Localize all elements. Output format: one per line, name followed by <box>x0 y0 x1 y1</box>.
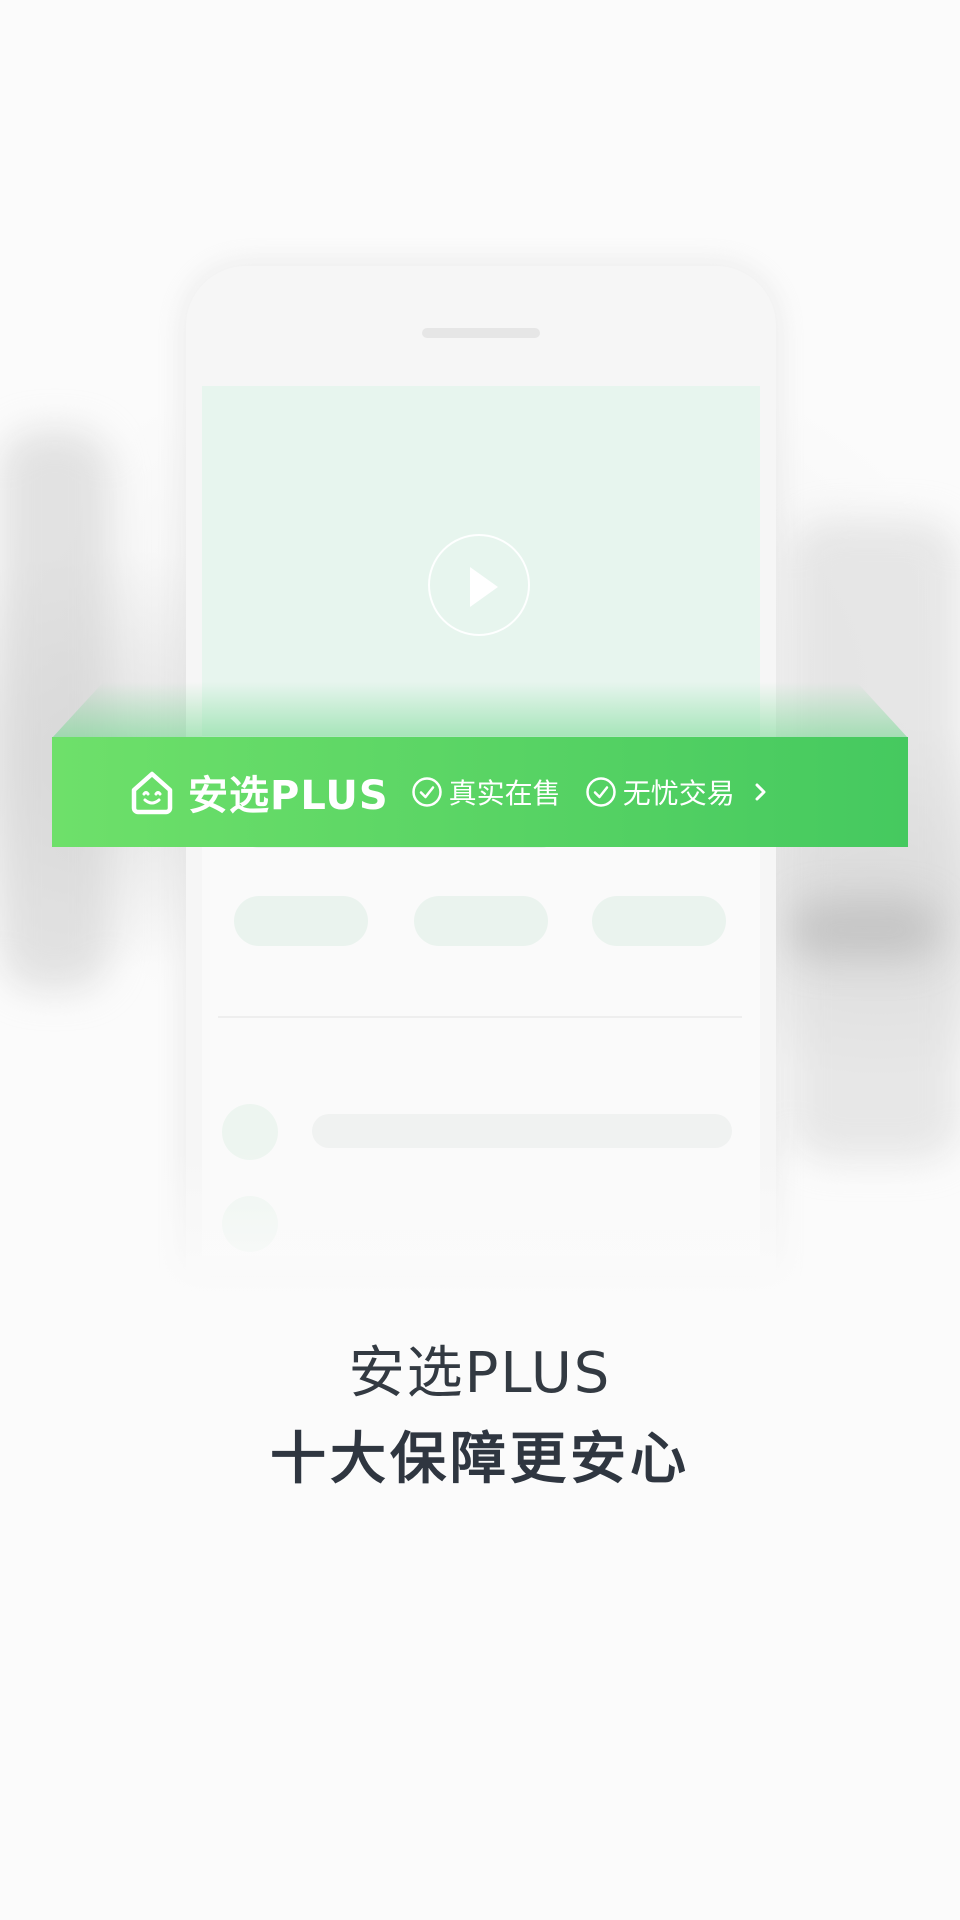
brand: 安选PLUS <box>128 763 389 821</box>
feature-real-listing: 真实在售 <box>411 772 561 812</box>
headline-subtitle: 十大保障更安心 <box>270 1427 690 1492</box>
placeholder-tag <box>234 896 368 946</box>
banner-bevel <box>52 682 908 738</box>
feature-label: 真实在售 <box>448 777 561 810</box>
check-circle-icon <box>411 777 442 807</box>
phone-speaker <box>422 328 540 338</box>
placeholder-line <box>312 1114 732 1148</box>
feature-worry-free: 无忧交易 <box>585 772 735 812</box>
placeholder-tag <box>592 896 726 946</box>
brand-label: 安选PLUS <box>188 773 389 819</box>
placeholder-tag <box>414 896 548 946</box>
background-blur-object <box>790 900 940 960</box>
chevron-right-icon[interactable] <box>751 778 771 806</box>
house-smile-icon <box>131 771 173 815</box>
play-triangle <box>470 567 498 607</box>
headline-title: 安选PLUS <box>348 1341 612 1406</box>
onboarding-screen: 安选PLUS 真实在售 无忧交易 安选PLUS 十大保障更安心 <box>0 0 960 1920</box>
feature-label: 无忧交易 <box>622 777 735 810</box>
anxuan-plus-banner[interactable]: 安选PLUS 真实在售 无忧交易 <box>52 737 908 847</box>
check-circle-icon <box>585 777 616 807</box>
play-icon <box>428 534 530 636</box>
